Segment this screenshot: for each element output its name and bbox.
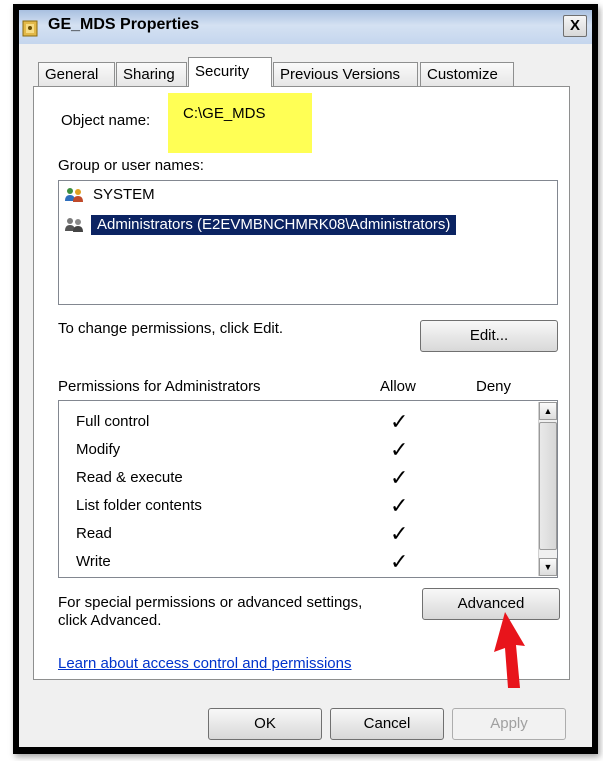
scroll-up-icon[interactable]: ▲ (539, 402, 557, 420)
special-line-1: For special permissions or advanced sett… (58, 594, 363, 611)
tab-customize[interactable]: Customize (420, 62, 514, 86)
permission-row: Full control (76, 413, 150, 430)
permissions-scrollbar[interactable]: ▲ ▼ (538, 402, 557, 576)
allow-check-icon: ✓ (390, 549, 409, 574)
deny-header: Deny (476, 378, 512, 395)
change-permissions-label: To change permissions, click Edit. (58, 320, 284, 337)
permissions-header: Permissions for Administrators (58, 378, 261, 395)
user-name: SYSTEM (93, 186, 155, 203)
permission-row: Read (76, 525, 112, 542)
allow-check-icon: ✓ (390, 409, 409, 434)
tab-sharing[interactable]: Sharing (116, 62, 187, 86)
allow-check-icon: ✓ (390, 493, 409, 518)
permission-row: Read & execute (76, 469, 183, 486)
apply-button[interactable]: Apply (452, 708, 566, 740)
user-name: Administrators (E2EVMBNCHMRK08\Administr… (91, 215, 457, 235)
object-name-highlight (168, 93, 312, 153)
users-icon (65, 188, 83, 202)
tab-security[interactable]: Security (188, 57, 272, 87)
object-name-value: C:\GE_MDS (183, 105, 266, 122)
users-icon (65, 218, 83, 232)
scroll-thumb[interactable] (539, 422, 557, 550)
permission-row: Write (76, 553, 111, 570)
object-name-label: Object name: (61, 112, 151, 129)
close-button[interactable]: X (563, 15, 587, 37)
permission-row: List folder contents (76, 497, 202, 514)
permission-row: Modify (76, 441, 121, 458)
allow-check-icon: ✓ (390, 465, 409, 490)
learn-access-control-link[interactable]: Learn about access control and permissio… (58, 655, 352, 672)
cancel-button[interactable]: Cancel (330, 708, 444, 740)
group-names-label: Group or user names: (58, 157, 204, 174)
allow-check-icon: ✓ (390, 437, 409, 462)
allow-header: Allow (380, 378, 416, 395)
ok-button[interactable]: OK (208, 708, 322, 740)
tab-general[interactable]: General (38, 62, 115, 86)
red-arrow-icon (494, 612, 525, 688)
folder-icon (22, 20, 38, 37)
scroll-down-icon[interactable]: ▼ (539, 558, 557, 576)
special-permissions-text: For special permissions or advanced sett… (58, 594, 362, 630)
edit-button[interactable]: Edit... (420, 320, 558, 352)
tab-previous-versions[interactable]: Previous Versions (273, 62, 418, 86)
window-title: GE_MDS Properties (48, 16, 200, 33)
special-line-2: click Advanced. (58, 612, 162, 629)
allow-check-icon: ✓ (390, 521, 409, 546)
